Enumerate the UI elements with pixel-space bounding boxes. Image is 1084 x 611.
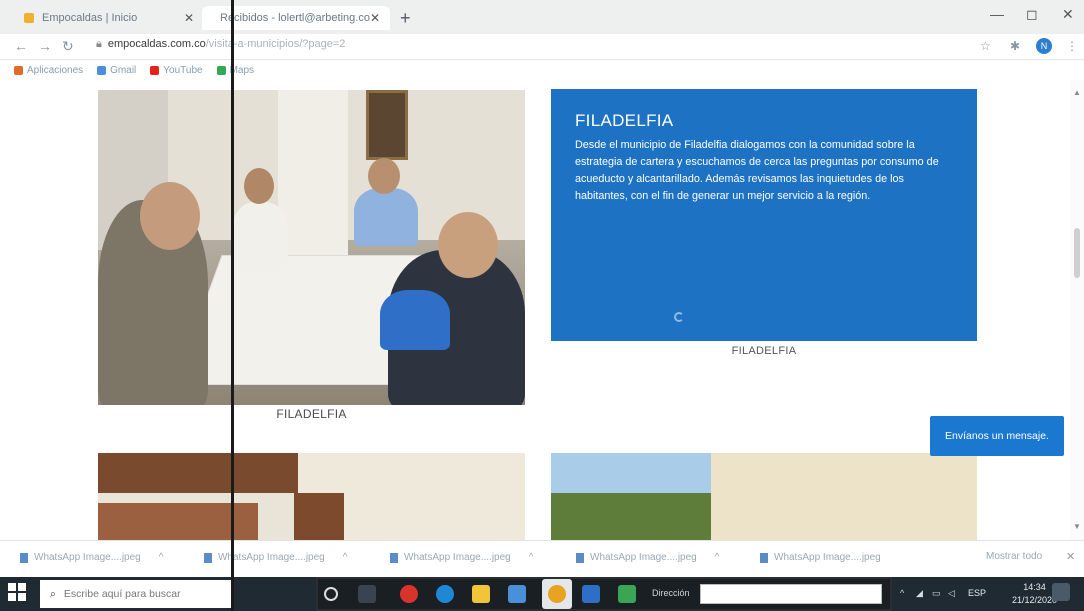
chevron-up-icon[interactable]: ^ (529, 552, 534, 563)
windows-start-icon[interactable] (8, 583, 26, 601)
bookmark-youtube[interactable]: YouTube (150, 64, 203, 76)
back-icon[interactable]: ← (14, 38, 28, 54)
image-file-icon (20, 552, 28, 563)
download-item[interactable]: WhatsApp Image....jpeg ^ (576, 552, 719, 563)
address-toolbar-label: Dirección (652, 588, 690, 598)
download-filename: WhatsApp Image....jpeg (774, 552, 881, 563)
download-filename: WhatsApp Image....jpeg (404, 552, 511, 563)
new-tab-icon[interactable]: + (400, 8, 411, 29)
minimize-icon[interactable]: — (990, 6, 1004, 22)
network-icon[interactable]: ◢ (916, 588, 923, 599)
bookmark-label: Aplicaciones (27, 64, 84, 76)
tray-chevron-icon[interactable]: ^ (900, 588, 904, 598)
kitchen-photo[interactable] (98, 453, 525, 540)
card-description: Desde el municipio de Filadelfia dialoga… (575, 139, 939, 202)
cortana-icon[interactable] (324, 587, 338, 601)
tab-empocaldas[interactable]: Empocaldas | Inicio ✕ (14, 6, 204, 30)
address-toolbar-input[interactable] (700, 584, 882, 604)
scroll-down-icon[interactable]: ▼ (1073, 522, 1081, 531)
loading-spinner-icon (674, 312, 684, 322)
scrollbar-thumb[interactable] (1074, 228, 1080, 278)
download-item[interactable]: WhatsApp Image....jpeg ^ (390, 552, 533, 563)
outdoor-photo[interactable] (551, 453, 977, 540)
municipality-card[interactable]: FILADELFIA Desde el municipio de Filadel… (551, 89, 977, 341)
scrollbar[interactable] (1070, 80, 1084, 540)
image-file-icon (204, 552, 212, 563)
taskbar-search[interactable]: ⌕ Escribe aquí para buscar (40, 580, 232, 608)
download-item[interactable]: WhatsApp Image....jpeg (760, 552, 881, 563)
download-filename: WhatsApp Image....jpeg (218, 552, 325, 563)
google-icon (97, 65, 107, 75)
profile-avatar[interactable]: N (1036, 38, 1052, 54)
tab-label: Recibidos - lolertl@arbeting.co (220, 12, 370, 24)
close-window-icon[interactable]: ✕ (1062, 6, 1074, 23)
image-file-icon (390, 552, 398, 563)
url-host: empocaldas.com.co (107, 38, 206, 50)
bookmark-apps[interactable]: Aplicaciones (14, 65, 83, 76)
apps-grid-icon (14, 65, 23, 75)
youtube-icon (150, 65, 160, 75)
chevron-up-icon[interactable]: ^ (715, 552, 720, 563)
close-downloads-icon[interactable]: ✕ (1066, 550, 1075, 563)
download-item[interactable]: WhatsApp Image....jpeg ^ (20, 552, 163, 563)
vertical-line-artifact (231, 0, 234, 611)
empocaldas-favicon-icon (24, 13, 34, 23)
download-filename: WhatsApp Image....jpeg (34, 552, 141, 563)
meeting-photo[interactable] (98, 90, 525, 405)
url-path: /visita-a-municipios/?page=2 (205, 38, 346, 50)
close-tab-icon[interactable]: ✕ (370, 11, 380, 25)
card-caption: FILADELFIA (731, 345, 797, 357)
chat-button[interactable]: Envíanos un mensaje. (930, 416, 1064, 456)
maximize-icon[interactable]: ◻ (1026, 6, 1038, 23)
download-item[interactable]: WhatsApp Image....jpeg ^ (204, 552, 347, 563)
word-icon[interactable] (582, 585, 600, 603)
chrome-icon (548, 585, 566, 603)
lock-icon: 🔒︎ (96, 38, 102, 50)
bookmarks-bar: Aplicaciones Gmail YouTube Maps (0, 60, 1084, 80)
search-placeholder: Escribe aquí para buscar (63, 588, 181, 600)
clock[interactable]: 14:34 21/12/2020 (1012, 581, 1057, 607)
image-file-icon (576, 552, 584, 563)
edge-icon[interactable] (436, 585, 454, 603)
battery-icon[interactable]: ▭ (932, 588, 941, 599)
show-all-downloads-link[interactable]: Mostrar todo (986, 551, 1042, 562)
image-file-icon (760, 552, 768, 563)
search-icon: ⌕ (50, 587, 56, 600)
forward-icon[interactable]: → (38, 38, 52, 54)
bookmark-label: Gmail (110, 64, 137, 76)
card-caption: FILADELFIA (276, 407, 347, 421)
star-icon[interactable]: ☆ (980, 39, 991, 53)
volume-icon[interactable]: ◁ (948, 588, 955, 599)
bookmark-label: YouTube (163, 64, 203, 76)
language-indicator[interactable]: ESP (968, 588, 986, 598)
notifications-icon[interactable] (1052, 583, 1070, 601)
bookmark-gmail[interactable]: Gmail (97, 65, 136, 76)
page-content: FILADELFIA FILADELFIA Desde el municipio… (0, 80, 1084, 540)
url-field[interactable]: 🔒︎ empocaldas.com.co/visita-a-municipios/… (96, 38, 345, 51)
store-icon[interactable] (508, 585, 526, 603)
tab-label: Empocaldas | Inicio (42, 12, 138, 24)
app-red-icon[interactable] (400, 585, 418, 603)
card-title: FILADELFIA (575, 111, 674, 130)
maps-icon (216, 65, 226, 75)
file-explorer-icon[interactable] (472, 585, 490, 603)
task-view-icon[interactable] (358, 585, 376, 603)
clock-time: 14:34 (1023, 582, 1046, 592)
clock-date: 21/12/2020 (1012, 595, 1058, 605)
bookmark-maps[interactable]: Maps (216, 65, 254, 76)
download-filename: WhatsApp Image....jpeg (590, 552, 697, 563)
extensions-icon[interactable]: ✱ (1010, 39, 1020, 53)
menu-icon[interactable]: ⋮ (1066, 39, 1078, 53)
chevron-up-icon[interactable]: ^ (343, 552, 348, 563)
chevron-up-icon[interactable]: ^ (159, 552, 164, 563)
close-tab-icon[interactable]: ✕ (184, 11, 194, 25)
scroll-up-icon[interactable]: ▲ (1073, 88, 1081, 97)
reload-icon[interactable]: ↻ (62, 38, 74, 55)
app-green-icon[interactable] (618, 585, 636, 603)
